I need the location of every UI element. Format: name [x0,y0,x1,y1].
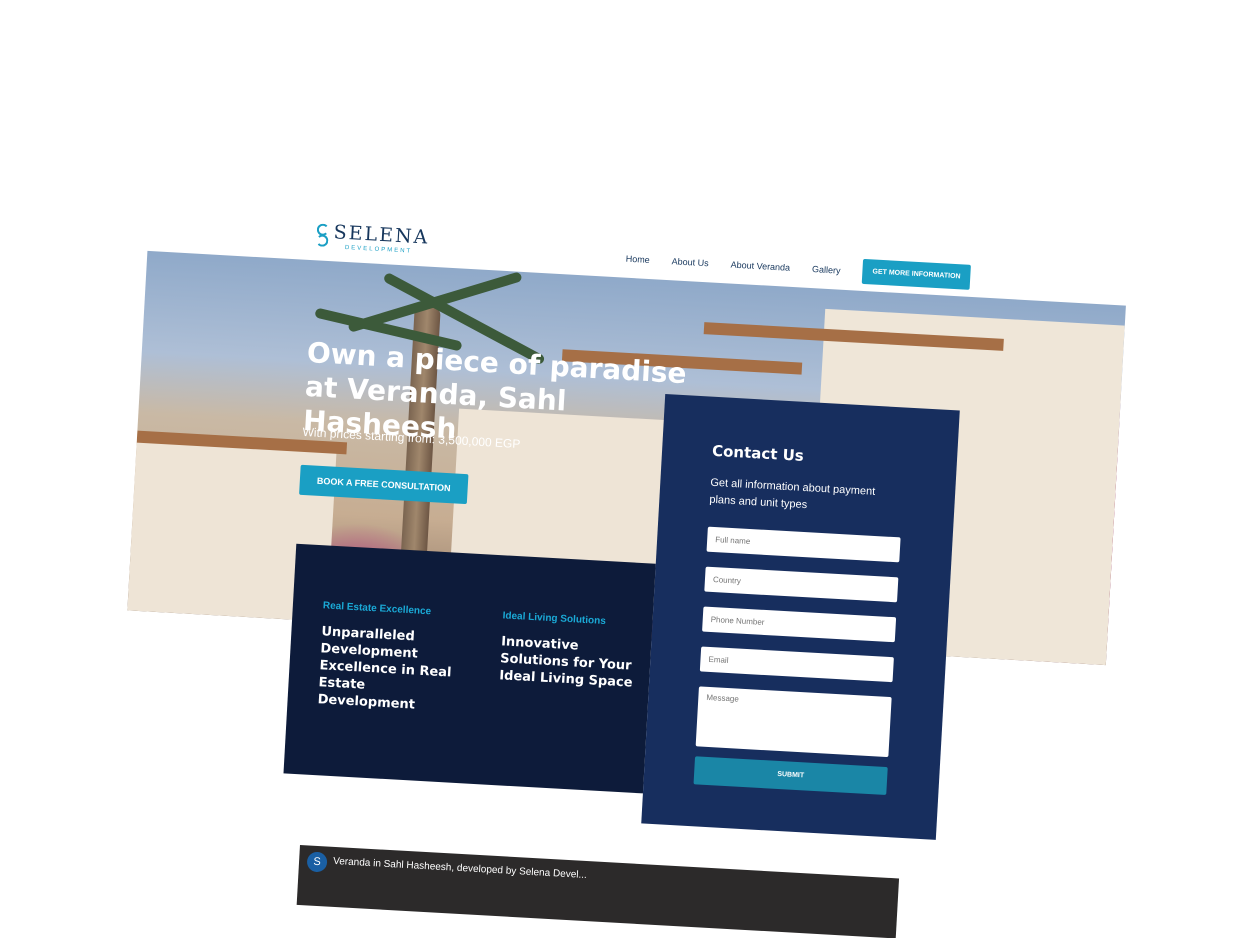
features-panel: Real Estate Excellence Unparalleled Deve… [283,543,656,794]
submit-button[interactable]: SUBMIT [693,756,888,796]
landing-page-screenshot: SELENA DEVELOPMENT Home About Us About V… [114,205,1129,909]
feature-text: Unparalleled Development Excellence in R… [317,624,452,713]
country-input[interactable] [704,566,899,603]
contact-subtitle: Get all information about payment plans … [709,476,876,512]
contact-title: Contact Us [711,441,805,465]
brand-name: SELENA [333,221,430,249]
email-input[interactable] [699,646,894,683]
feature-label: Ideal Living Solutions [502,610,607,628]
channel-avatar-icon: S [306,851,328,873]
nav-about-veranda[interactable]: About Veranda [730,259,790,272]
feature-item: Real Estate Excellence Unparalleled Deve… [317,600,463,716]
video-title[interactable]: Veranda in Sahl Hasheesh, developed by S… [333,856,587,881]
contact-form: Contact Us Get all information about pay… [641,394,960,840]
logo-icon [313,222,330,250]
feature-text: Innovative Solutions for Your Ideal Livi… [498,634,633,691]
nav-gallery[interactable]: Gallery [812,264,841,276]
nav-about-us[interactable]: About Us [671,256,709,268]
feature-item: Ideal Living Solutions Innovative Soluti… [499,610,643,692]
message-textarea[interactable] [695,686,892,758]
nav-home[interactable]: Home [625,253,650,264]
get-more-information-button[interactable]: GET MORE INFORMATION [861,258,972,290]
feature-label: Real Estate Excellence [322,600,432,618]
phone-input[interactable] [702,606,897,643]
brand-logo[interactable]: SELENA DEVELOPMENT [313,221,430,255]
full-name-input[interactable] [706,526,901,563]
